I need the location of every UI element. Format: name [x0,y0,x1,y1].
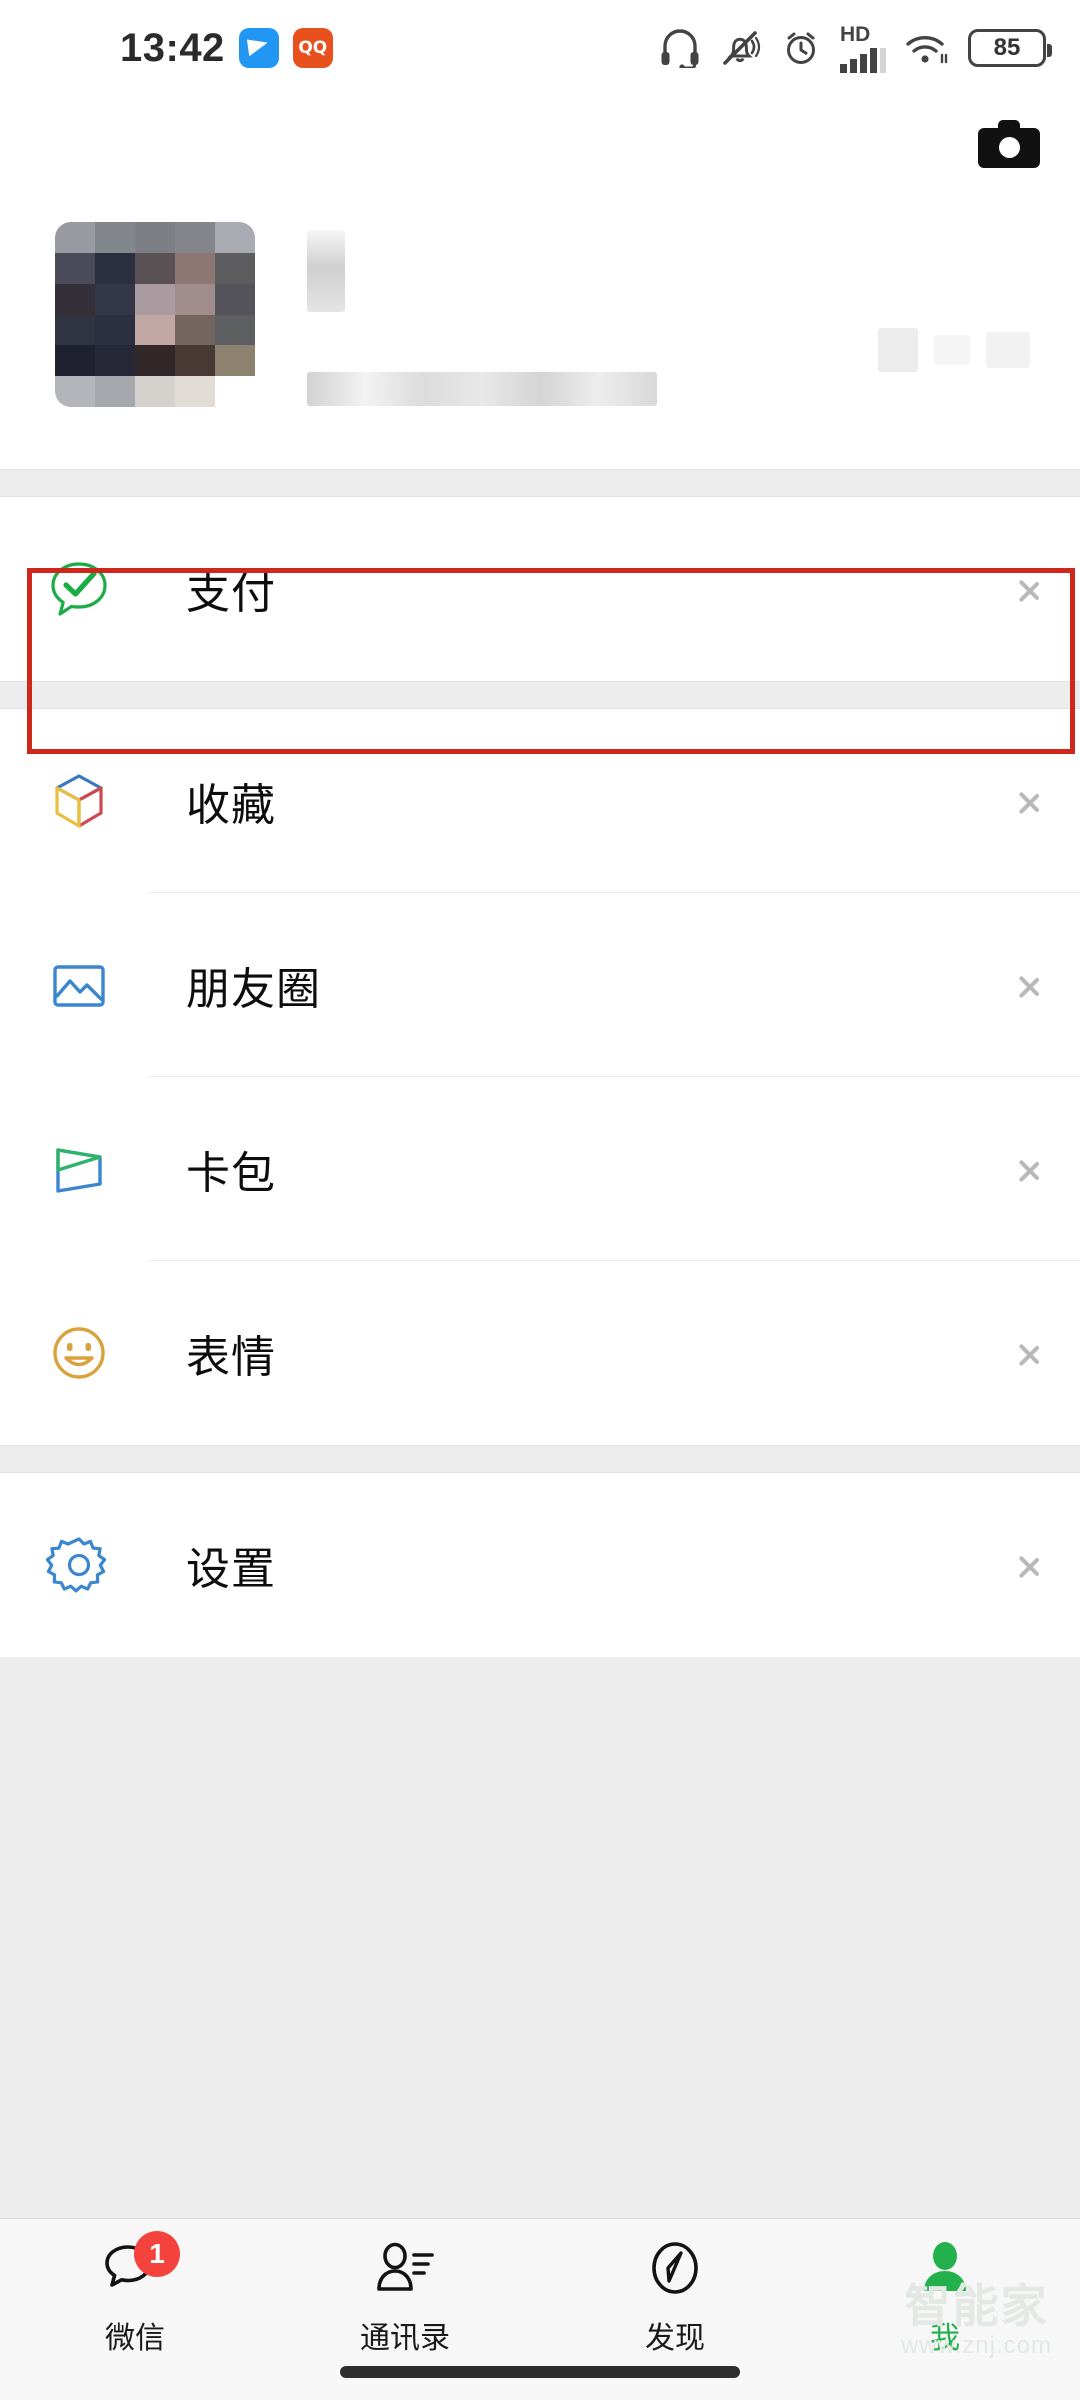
payment-icon [46,556,112,622]
menu-group-payment: 支付 [0,497,1080,681]
profile-wechat-id-redacted [307,372,657,406]
menu-item-favorites[interactable]: 收藏 [0,709,1080,893]
status-bar-right: HD 85 [658,24,1052,73]
qq-notification-icon: QQ [292,28,333,68]
section-gap-1 [0,469,1080,497]
profile-header [0,96,1080,469]
menu-item-label: 卡包 [186,1148,276,1199]
section-gap-3 [0,1445,1080,1473]
stickers-icon [46,1320,112,1386]
battery-icon: 85 [968,29,1052,67]
menu-item-settings[interactable]: 设置 [0,1473,1080,1657]
headset-icon [661,29,699,68]
chevron-right-icon [1018,965,1040,1005]
menu-item-payment[interactable]: 支付 [0,497,1080,681]
profile-qr-and-chevron-redacted[interactable] [878,328,1030,372]
dingtalk-notification-icon [238,28,279,68]
camera-icon[interactable] [978,120,1040,168]
mute-bell-icon [723,31,761,65]
qq-notification-label: QQ [298,37,328,58]
profile-text [307,222,1040,406]
profile-extra-redacted [986,332,1030,368]
hd-label: HD [840,22,871,46]
camera-lens [999,137,1020,158]
alarm-clock-icon [787,32,815,64]
compass-icon [644,2241,706,2299]
contacts-icon [374,2241,436,2299]
menu-item-label: 朋友圈 [186,964,321,1015]
menu-item-label: 收藏 [186,780,276,831]
tab-label: 通讯录 [360,2321,450,2356]
chevron-right-icon [1018,1149,1040,1189]
chat-bubble-icon: 1 [104,2231,180,2299]
settings-icon [45,1532,112,1598]
menu-item-label: 表情 [186,1332,276,1383]
tab-label: 我 [930,2321,960,2356]
profile-display-name-redacted [307,230,345,312]
menu-item-stickers[interactable]: 表情 [0,1261,1080,1445]
hd-signal-icon: HD [840,24,886,73]
person-icon [914,2241,976,2299]
status-bar: 13:42 QQ HD 85 [0,0,1080,96]
profile-chevron-redacted [934,335,970,365]
battery-level-label: 85 [993,34,1021,61]
status-bar-left: 13:42 QQ [120,28,333,68]
chevron-right-icon [1018,1545,1040,1585]
favorites-icon [46,768,112,834]
tab-wechat[interactable]: 1 微信 [0,2231,270,2357]
menu-group-main: 收藏 朋友圈 卡包 表情 [0,709,1080,1445]
tab-discover[interactable]: 发现 [540,2241,810,2357]
menu-item-cards-wallet[interactable]: 卡包 [0,1077,1080,1261]
avatar[interactable] [55,222,255,407]
cards-wallet-icon [46,1136,112,1202]
chevron-right-icon [1018,569,1040,609]
menu-item-label: 设置 [186,1544,276,1595]
tab-label: 微信 [105,2321,165,2356]
menu-group-settings: 设置 [0,1473,1080,1657]
unread-badge: 1 [134,2231,180,2277]
tab-me[interactable]: 我 [810,2241,1080,2357]
profile-card[interactable] [0,192,1080,463]
chevron-right-icon [1018,781,1040,821]
bottom-tab-bar: 1 微信 通讯录 发现 我 智能家 www.znj.com [0,2218,1080,2400]
chevron-right-icon [1018,1333,1040,1373]
tab-label: 发现 [645,2321,705,2356]
moments-icon [46,952,112,1018]
status-bar-clock: 13:42 [120,26,225,70]
menu-item-label: 支付 [186,568,276,619]
qr-code-icon-redacted [878,328,918,372]
wifi-icon [906,36,948,64]
menu-item-moments[interactable]: 朋友圈 [0,893,1080,1077]
home-indicator[interactable] [340,2366,740,2378]
section-gap-2 [0,681,1080,709]
camera-row [0,96,1080,192]
tab-contacts[interactable]: 通讯录 [270,2241,540,2357]
